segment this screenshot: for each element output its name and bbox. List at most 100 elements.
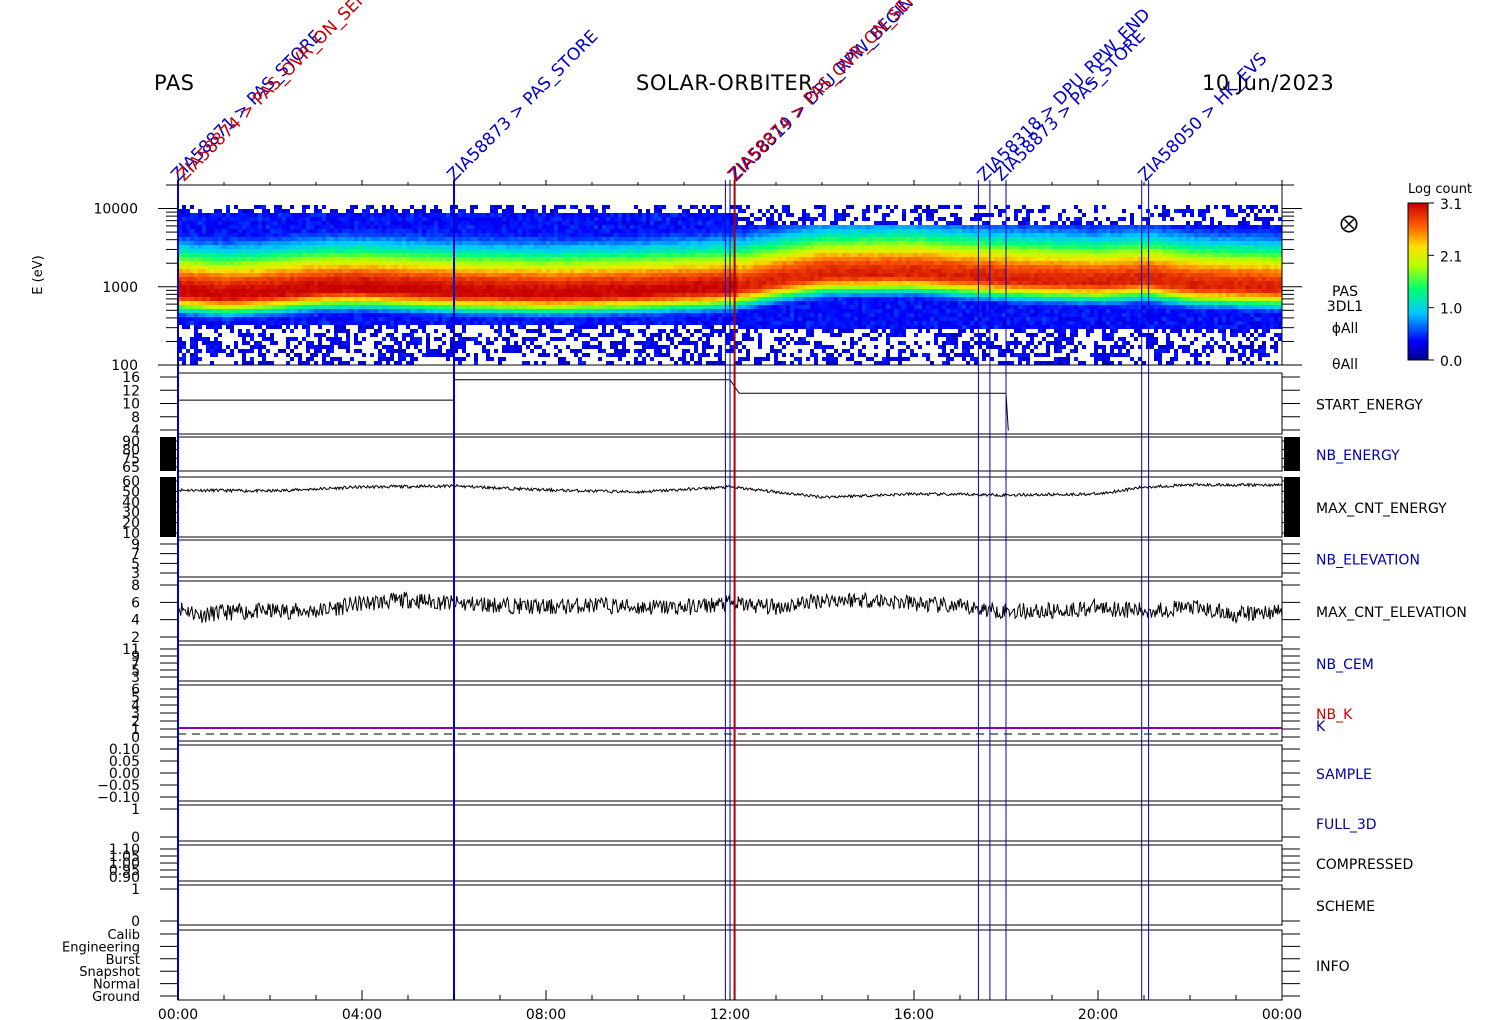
spectrogram-bin	[690, 321, 694, 325]
spectrogram-bin	[658, 237, 662, 241]
spectrogram-bin	[726, 281, 730, 285]
spectrogram-bin	[654, 245, 658, 249]
spectrogram-bin	[270, 241, 274, 245]
spectrogram-bin	[650, 265, 654, 269]
spectrogram-bin	[414, 257, 418, 261]
spectrogram-bin	[662, 297, 666, 301]
spectrogram-bin	[514, 257, 518, 261]
spectrogram-bin	[702, 309, 706, 313]
spectrogram-bin	[746, 253, 750, 257]
spectrogram-bin	[238, 233, 242, 237]
spectrogram-bin	[466, 293, 470, 297]
spectrogram-bin	[310, 341, 314, 345]
spectrogram-bin	[210, 293, 214, 297]
spectrogram-bin	[766, 233, 770, 237]
spectrogram-bin	[682, 357, 686, 361]
spectrogram-bin	[466, 317, 470, 321]
spectrogram-bin	[634, 305, 638, 309]
spectrogram-bin	[358, 213, 362, 217]
spectrogram-bin	[338, 221, 342, 225]
spectrogram-bin	[618, 229, 622, 233]
spectrogram-bin	[346, 245, 350, 249]
spectrogram-bin	[702, 241, 706, 245]
spectrogram-bin	[690, 257, 694, 261]
spectrogram-bin	[698, 261, 702, 265]
spectrogram-bin	[546, 249, 550, 253]
spectrogram-bin	[550, 293, 554, 297]
spectrogram-bin	[570, 277, 574, 281]
spectrogram-bin	[270, 305, 274, 309]
spectrogram-bin	[262, 205, 266, 209]
spectrogram-bin	[498, 321, 502, 325]
spectrogram-bin	[382, 301, 386, 305]
spectrogram-bin	[338, 253, 342, 257]
spectrogram-bin	[330, 257, 334, 261]
spectrogram-bin	[246, 313, 250, 317]
spectrogram-bin	[682, 305, 686, 309]
spectrogram-bin	[626, 317, 630, 321]
spectrogram-bin	[422, 265, 426, 269]
spectrogram-bin	[594, 285, 598, 289]
spectrogram-bin	[310, 217, 314, 221]
spectrogram-bin	[774, 317, 778, 321]
spectrogram-bin	[246, 213, 250, 217]
spectrogram-bin	[654, 253, 658, 257]
spectrogram-bin	[290, 269, 294, 273]
spectrogram-bin	[366, 273, 370, 277]
spectrogram-bin	[262, 277, 266, 281]
spectrogram-bin	[562, 257, 566, 261]
spectrogram-bin	[366, 213, 370, 217]
spectrogram-bin	[314, 361, 318, 365]
spectrogram-bin	[430, 289, 434, 293]
spectrogram-bin	[774, 265, 778, 269]
spectrogram-bin	[414, 293, 418, 297]
spectrogram-bin	[710, 293, 714, 297]
spectrogram-bin	[206, 233, 210, 237]
spectrogram-bin	[286, 269, 290, 273]
spectrogram-bin	[462, 289, 466, 293]
spectrogram-bin	[250, 245, 254, 249]
spectrogram-bin	[554, 253, 558, 257]
spectrogram-bin	[590, 233, 594, 237]
spectrogram-bin	[326, 221, 330, 225]
spectrogram-bin	[338, 289, 342, 293]
spectrogram-bin	[306, 225, 310, 229]
spectrogram-bin	[766, 353, 770, 357]
spectrogram-bin	[230, 253, 234, 257]
spectrogram-bin	[758, 273, 762, 277]
spectrogram-bin	[494, 309, 498, 313]
spectrogram-bin	[750, 293, 754, 297]
spectrogram-bin	[234, 245, 238, 249]
spectrogram-bin	[238, 301, 242, 305]
spectrogram-bin	[250, 241, 254, 245]
spectrogram-bin	[654, 289, 658, 293]
spectrogram-bin	[462, 357, 466, 361]
spectrogram-bin	[230, 329, 234, 333]
spectrogram-bin	[446, 349, 450, 353]
spectrogram-bin	[350, 257, 354, 261]
spectrogram-bin	[594, 245, 598, 249]
spectrogram-bin	[326, 249, 330, 253]
spectrogram-bin	[626, 221, 630, 225]
spectrogram-bin	[482, 265, 486, 269]
spectrogram-bin	[698, 353, 702, 357]
spectrogram-bin	[702, 253, 706, 257]
spectrogram-bin	[290, 305, 294, 309]
spectrogram-bin	[322, 229, 326, 233]
spectrogram-bin	[446, 321, 450, 325]
spectrogram-bin	[514, 301, 518, 305]
spectrogram-bin	[422, 281, 426, 285]
spectrogram-bin	[382, 253, 386, 257]
spectrogram-bin	[274, 229, 278, 233]
spectrogram-bin	[394, 269, 398, 273]
spectrogram-bin	[442, 341, 446, 345]
spectrogram-bin	[438, 213, 442, 217]
spectrogram-bin	[422, 249, 426, 253]
spectrogram-bin	[338, 337, 342, 341]
spectrogram-bin	[406, 237, 410, 241]
spectrogram-bin	[642, 213, 646, 217]
spectrogram-bin	[330, 285, 334, 289]
spectrogram-bin	[766, 269, 770, 273]
spectrogram-bin	[754, 233, 758, 237]
spectrogram-bin	[486, 221, 490, 225]
